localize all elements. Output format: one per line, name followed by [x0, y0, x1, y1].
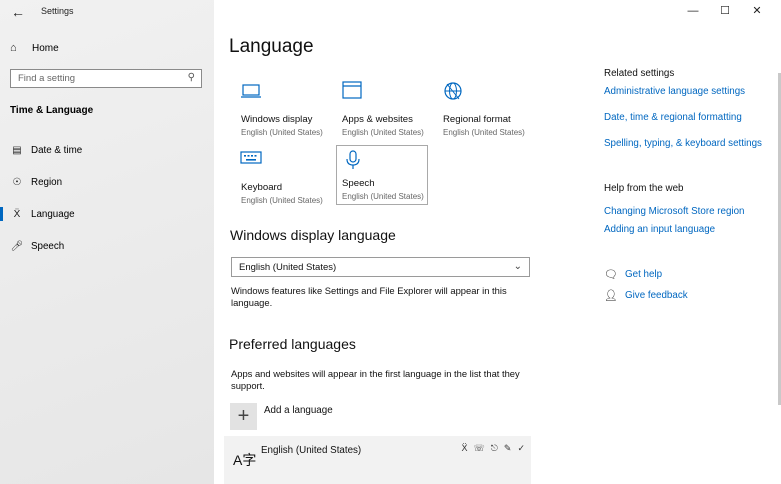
page-title: Language — [229, 36, 314, 57]
give-feedback-link[interactable]: 👤︎ Give feedback — [604, 289, 688, 302]
sidebar-item-label: Date & time — [31, 144, 83, 156]
tile-speech[interactable]: Speech English (United States) — [336, 145, 428, 205]
search-input[interactable]: Find a setting ⚲ — [10, 69, 202, 88]
tile-title: Keyboard — [241, 182, 283, 193]
window-icon — [342, 81, 362, 99]
dropdown-value: English (United States) — [239, 262, 337, 273]
tile-title: Speech — [342, 178, 375, 189]
link-spelling-typing-keyboard-settings[interactable]: Spelling, typing, & keyboard settings — [604, 138, 762, 149]
get-help-link[interactable]: 🗨︎ Get help — [604, 268, 662, 281]
language-capabilities: Ẍ ☏ ⎋ ✎ ✓ — [462, 443, 526, 454]
sidebar-item-region[interactable]: ☉ Region — [0, 172, 214, 192]
sidebar-item-language[interactable]: Ẍ Language — [0, 204, 214, 224]
chat-help-icon: 🗨︎ — [604, 269, 618, 281]
window-controls: — ☐ ✕ — [677, 3, 773, 19]
plus-icon: + — [230, 403, 257, 430]
text-to-speech-icon: ☏ — [473, 443, 485, 453]
add-language-button[interactable]: + Add a language — [230, 403, 333, 430]
link-administrative-language-settings[interactable]: Administrative language settings — [604, 86, 745, 97]
nav-home-label: Home — [32, 42, 59, 54]
sidebar: ← Settings ⌂ Home Find a setting ⚲ Time … — [0, 0, 214, 484]
sidebar-item-label: Language — [31, 208, 75, 220]
language-icon: Ẍ — [13, 208, 21, 220]
tile-subtitle: English (United States) — [342, 192, 424, 201]
back-arrow-icon[interactable]: ← — [8, 3, 28, 21]
keyboard-icon — [240, 151, 262, 164]
search-placeholder: Find a setting — [18, 73, 76, 84]
tile-windows-display[interactable]: Windows display English (United States) — [237, 81, 329, 141]
tile-subtitle: English (United States) — [241, 196, 323, 205]
handwriting-icon: ✎ — [503, 443, 512, 453]
tile-title: Windows display — [241, 114, 313, 125]
sidebar-item-label: Speech — [31, 240, 65, 252]
sidebar-item-date-time[interactable]: ▤ Date & time — [0, 140, 214, 160]
language-list-item[interactable]: A字 English (United States) Ẍ ☏ ⎋ ✎ ✓ — [224, 436, 531, 484]
get-help-label: Get help — [625, 269, 663, 280]
tile-subtitle: English (United States) — [342, 128, 424, 137]
maximize-button[interactable]: ☐ — [709, 3, 741, 19]
tile-subtitle: English (United States) — [241, 128, 323, 137]
search-icon[interactable]: ⚲ — [188, 72, 195, 83]
tile-apps-websites[interactable]: Apps & websites English (United States) — [338, 81, 430, 141]
main-content: — ☐ ✕ Language Windows display English (… — [214, 0, 781, 484]
link-date-time-regional-formatting[interactable]: Date, time & regional formatting — [604, 112, 742, 123]
language-pack-icon: Ẍ — [461, 443, 468, 453]
sidebar-item-label: Region — [31, 176, 63, 188]
sidebar-item-speech[interactable]: 🎤︎ Speech — [0, 236, 214, 256]
home-icon: ⌂ — [10, 42, 17, 54]
link-changing-microsoft-store-region[interactable]: Changing Microsoft Store region — [604, 206, 745, 217]
close-button[interactable]: ✕ — [741, 3, 773, 19]
chevron-down-icon: ⌄ — [513, 261, 522, 272]
sidebar-section-title: Time & Language — [10, 105, 94, 116]
related-settings-title: Related settings — [604, 68, 675, 79]
microphone-icon: ⎋ — [490, 443, 498, 453]
preferred-languages-description: Apps and websites will appear in the fir… — [231, 368, 520, 391]
language-icon: A字 — [233, 452, 257, 468]
give-feedback-label: Give feedback — [625, 290, 688, 301]
globe-icon — [444, 82, 462, 100]
nav-home[interactable]: ⌂ Home — [10, 40, 59, 56]
spellcheck-icon: ✓ — [517, 443, 525, 453]
preferred-languages-heading: Preferred languages — [229, 336, 356, 352]
tile-subtitle: English (United States) — [443, 128, 525, 137]
microphone-icon — [346, 150, 360, 169]
link-adding-input-language[interactable]: Adding an input language — [604, 224, 715, 235]
tile-regional-format[interactable]: Regional format English (United States) — [439, 81, 531, 141]
display-language-description: Windows features like Settings and File … — [231, 285, 507, 308]
display-language-heading: Windows display language — [230, 227, 396, 243]
microphone-icon: 🎤︎ — [10, 240, 24, 252]
globe-icon: ☉ — [12, 176, 22, 188]
minimize-button[interactable]: — — [677, 3, 709, 19]
tile-keyboard[interactable]: Keyboard English (United States) — [237, 149, 329, 209]
help-from-web-title: Help from the web — [604, 183, 684, 194]
calendar-icon: ▤ — [12, 144, 22, 156]
tile-title: Apps & websites — [342, 114, 413, 125]
feedback-icon: 👤︎ — [604, 290, 618, 302]
display-language-dropdown[interactable]: English (United States) ⌄ — [231, 257, 530, 277]
language-name: English (United States) — [261, 445, 362, 456]
tile-title: Regional format — [443, 114, 511, 125]
laptop-icon — [241, 84, 261, 98]
app-title: Settings — [41, 6, 74, 16]
add-language-label: Add a language — [264, 405, 333, 416]
